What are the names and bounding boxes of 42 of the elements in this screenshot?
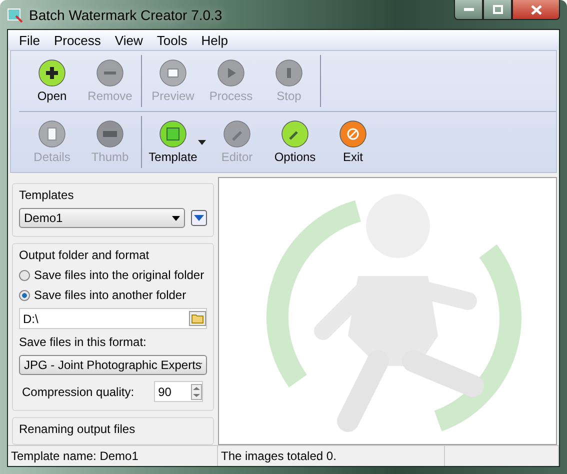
toolbar-button[interactable]: Exit: [324, 112, 382, 172]
details-icon: [38, 120, 66, 148]
preview-icon: [159, 59, 187, 87]
maximize-button[interactable]: [483, 0, 512, 20]
radio-label[interactable]: Save files into another folder: [34, 288, 186, 302]
toolbar-button[interactable]: Options: [266, 112, 324, 172]
close-icon: [530, 4, 542, 14]
group-title: Renaming output files: [19, 422, 136, 436]
remove-icon: [96, 59, 124, 87]
menu-arrow-button[interactable]: [191, 210, 207, 226]
toolbar-button[interactable]: Template: [144, 112, 202, 172]
format-dropdown[interactable]: JPG - Joint Photographic Experts: [19, 355, 207, 375]
group-title: Templates: [19, 188, 75, 202]
minimize-button[interactable]: [454, 0, 483, 20]
radio-button[interactable]: [19, 270, 30, 280]
status-text: Template name: Demo1: [8, 446, 218, 466]
menu-item[interactable]: View: [108, 32, 150, 48]
minimize-icon: [464, 8, 474, 12]
radio-label[interactable]: Save files into the original folder: [34, 268, 204, 282]
app-icon: [7, 6, 23, 22]
spinner-arrows-icon: [191, 384, 202, 400]
stop-icon: [275, 59, 303, 87]
maximize-icon: [492, 5, 502, 14]
menu-item[interactable]: File: [12, 32, 47, 48]
format-label: Save files in this format:: [19, 335, 148, 349]
menu-item[interactable]: Process: [46, 32, 108, 48]
quality-label: Compression quality:: [22, 384, 134, 398]
play-icon: [217, 59, 245, 87]
cancel-icon: [339, 120, 367, 148]
folder-icon[interactable]: [189, 311, 206, 326]
group-title: Output folder and format: [19, 248, 150, 262]
menu-item[interactable]: Help: [194, 32, 235, 48]
radio-button[interactable]: [19, 290, 30, 300]
status-text: The images totaled 0.: [218, 446, 445, 466]
quality-spinner[interactable]: 90: [154, 381, 204, 402]
folder-field[interactable]: D:\: [19, 308, 207, 329]
add-icon: [38, 59, 66, 87]
template-dropdown[interactable]: Demo1: [19, 208, 185, 228]
close-button[interactable]: [512, 0, 560, 20]
toolbar-button[interactable]: Open: [23, 51, 81, 111]
menu-item[interactable]: Tools: [150, 32, 194, 48]
window-title: Batch Watermark Creator 7.0.3: [29, 6, 222, 22]
